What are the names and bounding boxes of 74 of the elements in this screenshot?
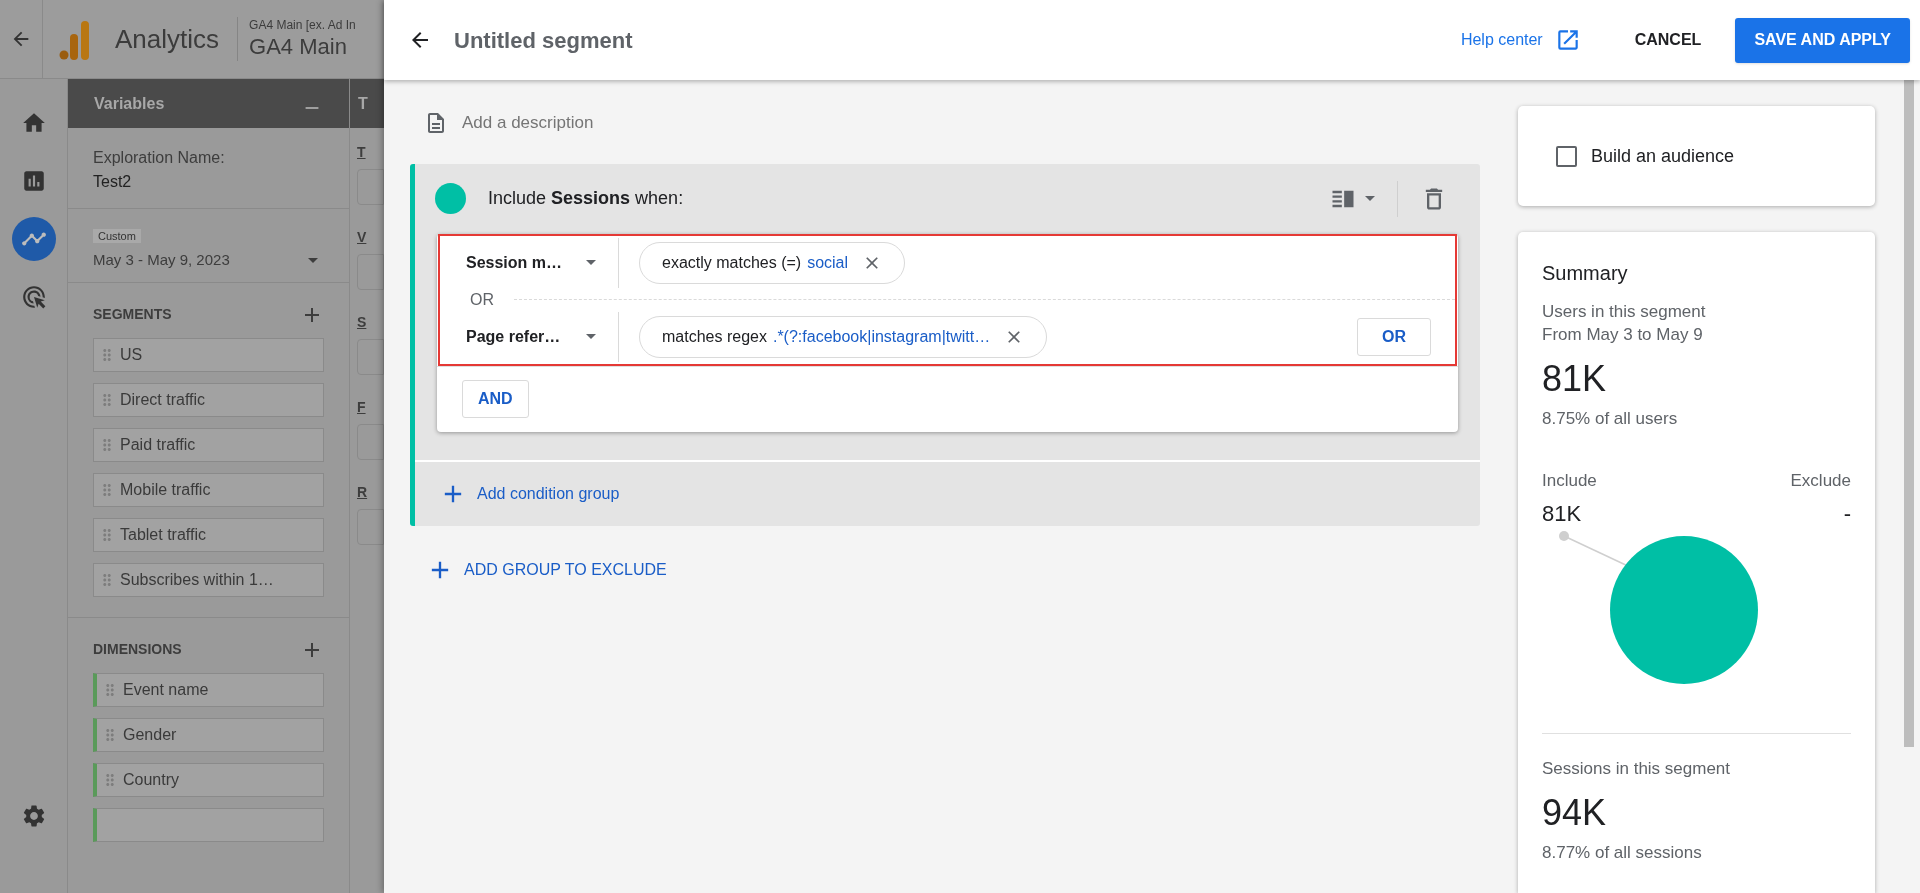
app-title: Analytics: [115, 22, 220, 56]
group-heading: Include Sessions when:: [488, 187, 684, 210]
include-label: Include: [1542, 469, 1597, 492]
cancel-button[interactable]: CANCEL: [1620, 18, 1716, 62]
segment-chip[interactable]: Mobile traffic: [93, 472, 324, 507]
exclude-value: -: [1843, 500, 1851, 528]
logo-icon: [59, 18, 89, 60]
section-title: DIMENSIONS: [93, 640, 182, 659]
operator-text: matches regex: [662, 326, 767, 347]
chip-label: US: [120, 344, 143, 365]
save-and-apply-button[interactable]: SAVE AND APPLY: [1735, 17, 1910, 63]
metric-label: Sessions in this segment: [1542, 758, 1732, 780]
dropdown-icon: [586, 260, 596, 265]
dimension-select[interactable]: Session m…: [440, 250, 618, 275]
dropdown-icon: [1365, 196, 1375, 201]
panel-title: T: [358, 93, 368, 114]
section-label: F: [357, 398, 367, 417]
dropdown-icon: [586, 334, 596, 339]
exclude-label: Exclude: [1790, 469, 1851, 492]
description-field[interactable]: Add a description: [462, 110, 594, 136]
date-range-text: From May 3 to May 9: [1542, 324, 1704, 346]
nav-item[interactable]: [11, 217, 56, 261]
dimension-select[interactable]: Page refer…: [440, 324, 618, 349]
segment-chip[interactable]: US: [93, 337, 324, 372]
help-center-link[interactable]: Help center: [1460, 27, 1581, 53]
chip-label: Tablet traffic: [120, 524, 206, 545]
checkbox-label: Build an audience: [1591, 144, 1735, 168]
exploration-name[interactable]: Test2: [93, 170, 324, 194]
chip-label: Subscribes within 1…: [120, 569, 274, 590]
segment-chip[interactable]: Direct traffic: [93, 382, 324, 417]
segment-title[interactable]: Untitled segment: [454, 23, 633, 57]
section-label: T: [357, 143, 367, 162]
chip-label: Paid traffic: [120, 434, 196, 455]
property-caption: GA4 Main [ex. Ad In: [249, 17, 356, 33]
checkbox[interactable]: [1556, 145, 1577, 167]
or-label: OR: [470, 289, 494, 310]
or-button[interactable]: OR: [1357, 317, 1431, 356]
segment-chip[interactable]: Paid traffic: [93, 427, 324, 462]
and-button[interactable]: AND: [462, 380, 529, 418]
section-label: R: [357, 483, 369, 502]
property-name[interactable]: GA4 Main: [249, 32, 356, 61]
metric-label: Users in this segment: [1542, 301, 1707, 323]
segment-chip[interactable]: [93, 807, 324, 842]
field-label: Exploration Name:: [93, 148, 226, 168]
value-text: .*(?:facebook|instagram|twitt…: [772, 326, 991, 347]
operator-text: exactly matches (=): [662, 252, 802, 273]
value-text: social: [807, 252, 849, 273]
add-condition-group-button[interactable]: Add condition group: [439, 479, 620, 508]
chip-label: Mobile traffic: [120, 479, 211, 500]
section-title: SEGMENTS: [93, 305, 172, 324]
summary-title: Summary: [1542, 261, 1629, 286]
chip-label: Event name: [123, 679, 209, 700]
metric-share: 8.75% of all users: [1542, 408, 1679, 430]
chip-label: Country: [123, 769, 180, 790]
segment-chip[interactable]: Subscribes within 1…: [93, 562, 324, 597]
segment-chip[interactable]: Event name: [93, 672, 324, 707]
add-group-to-exclude-button[interactable]: ADD GROUP TO EXCLUDE: [426, 555, 667, 584]
metric-value: 81K: [1542, 357, 1608, 401]
dropdown-icon: [308, 257, 318, 263]
segment-chip[interactable]: Tablet traffic: [93, 517, 324, 552]
scrollbar[interactable]: [1904, 80, 1914, 747]
chip-label: Direct traffic: [120, 389, 206, 410]
date-range-select[interactable]: May 3 - May 9, 2023: [93, 249, 324, 272]
metric-value: 94K: [1542, 790, 1608, 835]
metric-share: 8.77% of all sessions: [1542, 841, 1703, 864]
advertising-icon: [20, 284, 47, 310]
segment-chip[interactable]: Gender: [93, 717, 324, 752]
segment-chip[interactable]: Country: [93, 762, 324, 797]
section-label: V: [357, 228, 368, 247]
date-tag: Custom: [93, 229, 141, 243]
chip-label: Gender: [123, 724, 177, 745]
section-label: S: [357, 313, 368, 332]
include-value: 81K: [1542, 500, 1583, 528]
panel-title: Variables: [94, 93, 165, 114]
